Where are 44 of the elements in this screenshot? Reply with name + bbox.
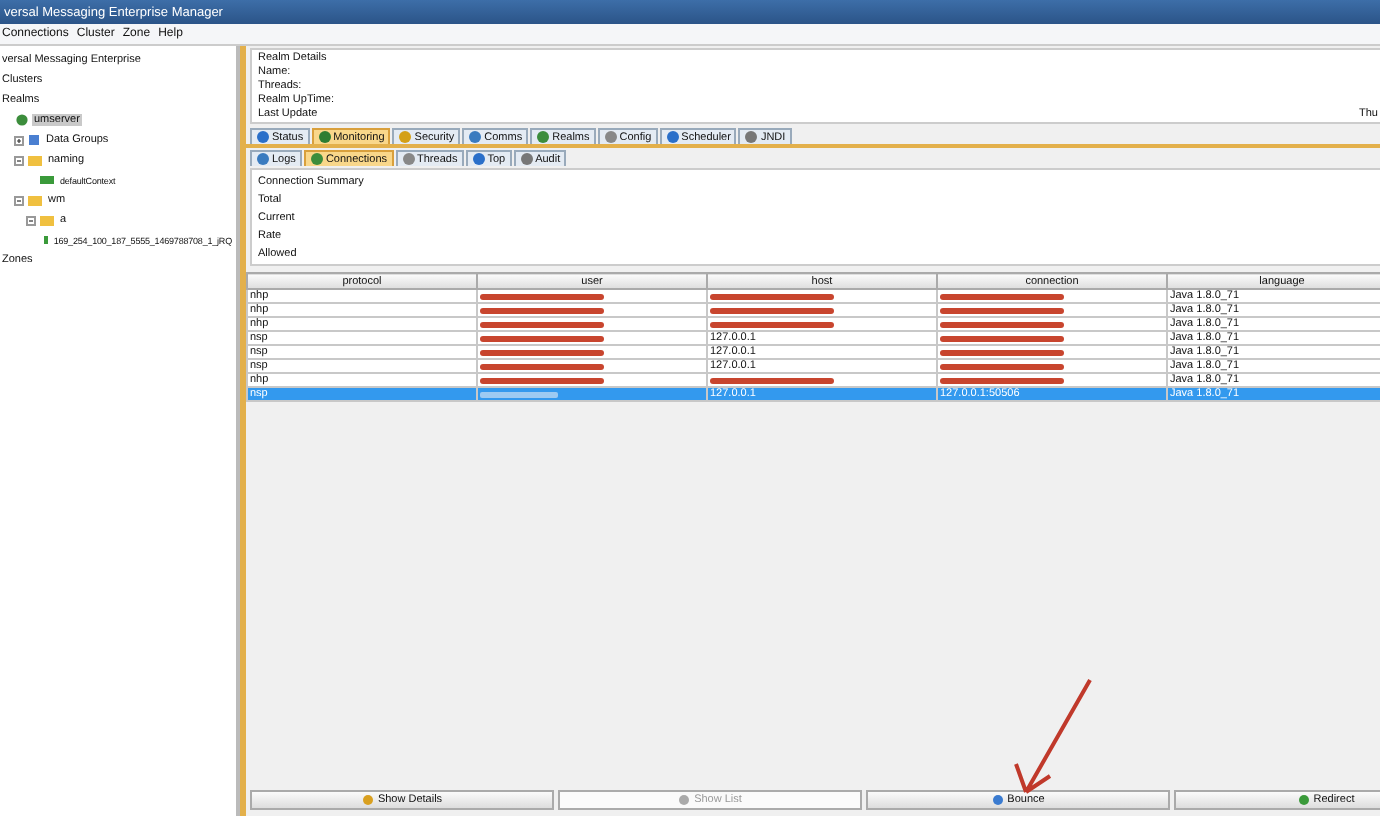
redaction-mark xyxy=(710,321,834,327)
dot-icon xyxy=(519,152,534,166)
dot-icon xyxy=(256,152,270,166)
blurred-text xyxy=(480,391,559,397)
dot-icon xyxy=(361,794,374,806)
minus-icon[interactable] xyxy=(14,155,24,165)
redaction-mark xyxy=(480,349,604,355)
dot-icon xyxy=(256,130,270,144)
redaction-mark xyxy=(940,363,1064,369)
redaction-mark xyxy=(480,307,604,313)
folder-icon xyxy=(28,155,42,165)
redaction-mark xyxy=(710,307,834,313)
redaction-mark xyxy=(480,363,604,369)
dot-icon xyxy=(317,130,332,144)
dot-icon xyxy=(744,130,759,144)
dot-icon xyxy=(468,130,483,144)
dot-icon xyxy=(398,130,413,144)
dot-icon xyxy=(678,794,691,806)
redaction-mark xyxy=(710,377,834,383)
redaction-mark xyxy=(710,293,834,299)
dot-icon xyxy=(665,130,680,144)
redaction-mark xyxy=(480,335,604,341)
globe-icon xyxy=(16,114,28,126)
dot-icon xyxy=(1297,794,1310,806)
grid-icon xyxy=(28,134,40,146)
redaction-mark xyxy=(940,307,1064,313)
redaction-mark xyxy=(940,335,1064,341)
redaction-mark xyxy=(480,321,604,327)
redaction-mark xyxy=(480,377,604,383)
minus-icon[interactable] xyxy=(26,215,36,225)
plus-icon[interactable] xyxy=(14,135,24,145)
channel-icon xyxy=(40,176,54,184)
redaction-mark xyxy=(940,377,1064,383)
dot-icon xyxy=(401,152,416,166)
minus-icon[interactable] xyxy=(14,195,24,205)
redaction-mark xyxy=(940,321,1064,327)
redaction-mark xyxy=(940,293,1064,299)
dot-icon xyxy=(536,130,551,144)
dot-icon xyxy=(471,152,486,166)
redaction-mark xyxy=(480,293,604,299)
dot-icon xyxy=(309,152,324,166)
dot-icon xyxy=(603,130,618,144)
dot-icon xyxy=(991,794,1004,806)
redaction-mark xyxy=(940,349,1064,355)
